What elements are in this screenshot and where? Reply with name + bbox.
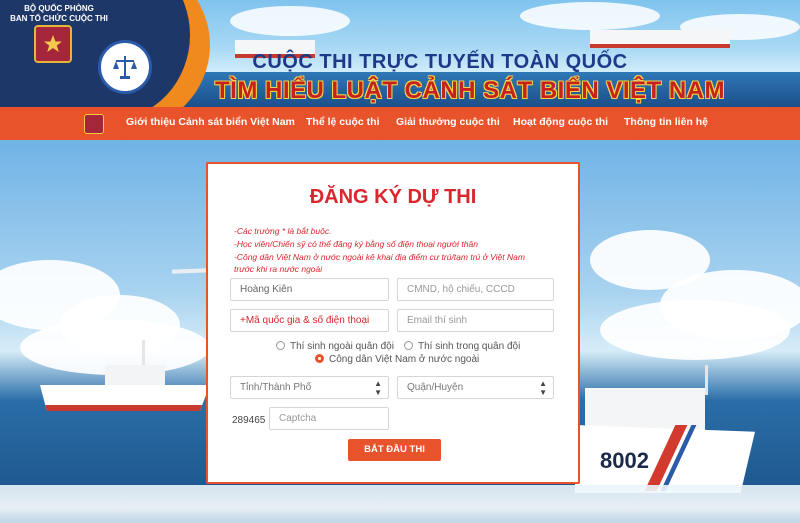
radio-button-icon[interactable] — [404, 341, 413, 350]
nav-item-prizes[interactable]: Giải thưởng cuộc thi — [396, 116, 500, 128]
hull-number: 8002 — [600, 448, 649, 473]
start-exam-button[interactable]: BẮT ĐẦU THI — [348, 439, 441, 461]
nav-emblem-icon[interactable] — [84, 114, 104, 134]
form-note: -Công dân Việt Nam ở nước ngoài kê khai … — [234, 252, 525, 262]
form-note: -Các trường * là bắt buộc. — [234, 226, 332, 236]
nav-item-contact[interactable]: Thông tin liên hệ — [624, 116, 708, 128]
form-note: -Học viên/Chiến sỹ có thể đăng ký bằng s… — [234, 239, 478, 249]
form-title: ĐĂNG KÝ DỰ THI — [309, 186, 477, 208]
nav-item-introduction[interactable]: Giới thiệu Cảnh sát biển Việt Nam — [126, 116, 295, 128]
contest-title-line1: CUỘC THI TRỰC TUYẾN TOÀN QUỐC — [252, 51, 628, 73]
cloud — [520, 2, 660, 30]
sea-wave — [0, 485, 800, 523]
org-name: BỘ QUỐC PHÒNG BAN TỔ CHỨC CUỘC THI — [4, 4, 114, 24]
contest-logo-icon — [98, 40, 152, 94]
coast-guard-ship-left — [40, 385, 210, 411]
radio-label: Thí sinh trong quân đội — [418, 341, 521, 352]
page: 8002 BỘ QUỐC PHÒNG BAN TỔ CHỨC CUỘC THI … — [0, 0, 800, 523]
radio-overseas[interactable]: Công dân Việt Nam ở nước ngoài — [315, 354, 479, 365]
radio-military[interactable]: Thí sinh trong quân đội — [404, 341, 520, 352]
form-note: trước khi ra nước ngoài — [234, 264, 323, 274]
main-nav: Giới thiệu Cảnh sát biển Việt Nam Thể lệ… — [0, 107, 800, 140]
select-arrows-icon: ▲ ▼ — [539, 379, 547, 397]
radio-button-checked-icon[interactable] — [315, 354, 324, 363]
ship-cabin — [585, 388, 705, 430]
full-name-input[interactable]: Hoàng Kiên — [230, 278, 389, 301]
radio-label: Công dân Việt Nam ở nước ngoài — [329, 354, 480, 365]
ship-mast — [705, 365, 708, 395]
email-input[interactable]: Email thí sinh — [397, 309, 554, 332]
cloud — [230, 6, 350, 36]
captcha-code: 289465 — [232, 415, 266, 426]
select-arrows-icon: ▲ ▼ — [374, 379, 382, 397]
radio-label: Thí sinh ngoài quân đội — [290, 341, 394, 352]
radio-button-icon[interactable] — [276, 341, 285, 350]
header-ship — [590, 30, 730, 48]
province-select-value: Tỉnh/Thành Phố — [240, 382, 312, 393]
nav-item-rules[interactable]: Thể lệ cuộc thi — [306, 116, 380, 128]
radio-civilian[interactable]: Thí sinh ngoài quân đội — [276, 341, 394, 352]
province-select[interactable]: Tỉnh/Thành Phố ▲ ▼ — [230, 376, 389, 399]
cloud — [600, 300, 790, 360]
phone-input[interactable]: +Mã quốc gia & số điện thoại — [230, 309, 389, 332]
captcha-input[interactable]: Captcha — [269, 407, 389, 430]
org-line1: BỘ QUỐC PHÒNG — [24, 4, 94, 13]
ship-cabin — [105, 365, 165, 387]
district-select-value: Quận/Huyện — [407, 382, 464, 393]
contest-title-line2: TÌM HIỂU LUẬT CẢNH SÁT BIỂN VIỆT NAM — [215, 77, 725, 104]
org-line2: BAN TỔ CHỨC CUỘC THI — [10, 14, 108, 23]
district-select[interactable]: Quận/Huyện ▲ ▼ — [397, 376, 554, 399]
id-number-input[interactable]: CMND, hộ chiếu, CCCD — [397, 278, 554, 301]
ministry-emblem-icon — [34, 25, 72, 63]
registration-form: ĐĂNG KÝ DỰ THI -Các trường * là bắt buộc… — [206, 162, 580, 484]
header-banner: BỘ QUỐC PHÒNG BAN TỔ CHỨC CUỘC THI CUỘC … — [0, 0, 800, 107]
nav-item-activities[interactable]: Hoạt động cuộc thi — [513, 116, 608, 128]
